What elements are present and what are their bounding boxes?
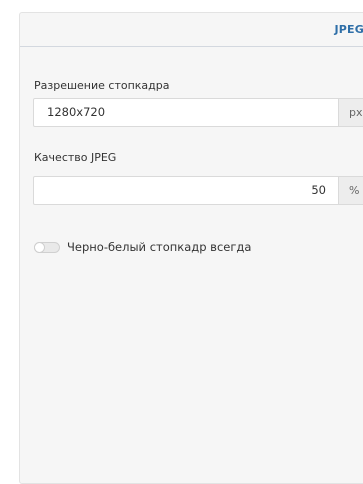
- resolution-unit: px: [338, 99, 363, 126]
- grayscale-label: Черно-белый стопкадр всегда: [67, 240, 251, 254]
- quality-field[interactable]: 50 %: [33, 176, 363, 205]
- resolution-input[interactable]: 1280x720: [47, 99, 105, 126]
- resolution-field[interactable]: 1280x720 px: [33, 98, 363, 127]
- jpeg-settings-panel: JPEG Разрешение стопкадра 1280x720 px Ка…: [19, 12, 363, 484]
- resolution-label: Разрешение стопкадра: [34, 79, 170, 92]
- grayscale-toggle[interactable]: [34, 242, 60, 253]
- quality-label: Качество JPEG: [34, 151, 116, 164]
- panel-header: JPEG: [20, 13, 363, 47]
- tab-jpeg[interactable]: JPEG: [335, 23, 363, 36]
- quality-unit: %: [338, 177, 363, 204]
- quality-input[interactable]: 50: [311, 177, 326, 204]
- toggle-knob: [34, 242, 45, 253]
